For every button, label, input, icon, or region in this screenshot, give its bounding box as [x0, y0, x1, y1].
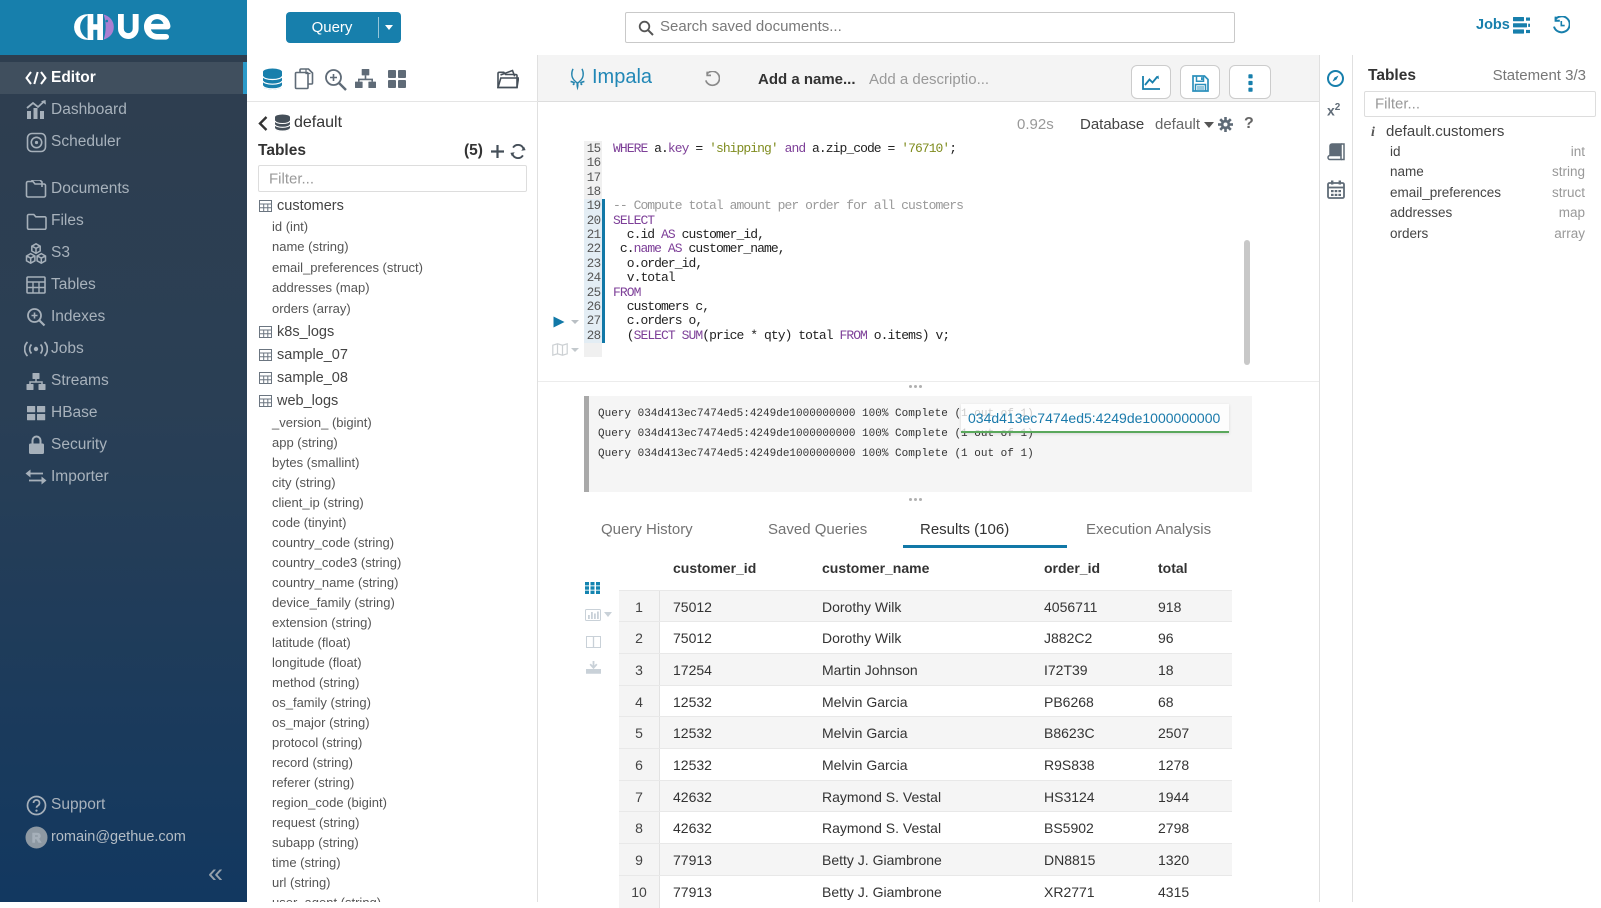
svg-text:R: R: [32, 831, 41, 845]
